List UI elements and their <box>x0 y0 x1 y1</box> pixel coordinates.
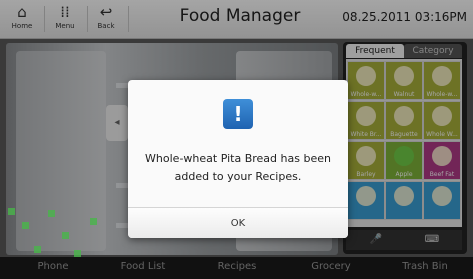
dialog-message: Whole-wheat Pita Bread has been added to… <box>138 150 338 186</box>
info-icon: ! <box>223 99 253 129</box>
ok-button[interactable]: OK <box>128 207 348 238</box>
dialog-message-line1: Whole-wheat Pita Bread has been <box>145 152 331 165</box>
dialog-message-line2: added to your Recipes. <box>174 170 302 183</box>
confirmation-dialog: ! Whole-wheat Pita Bread has been added … <box>128 80 348 238</box>
